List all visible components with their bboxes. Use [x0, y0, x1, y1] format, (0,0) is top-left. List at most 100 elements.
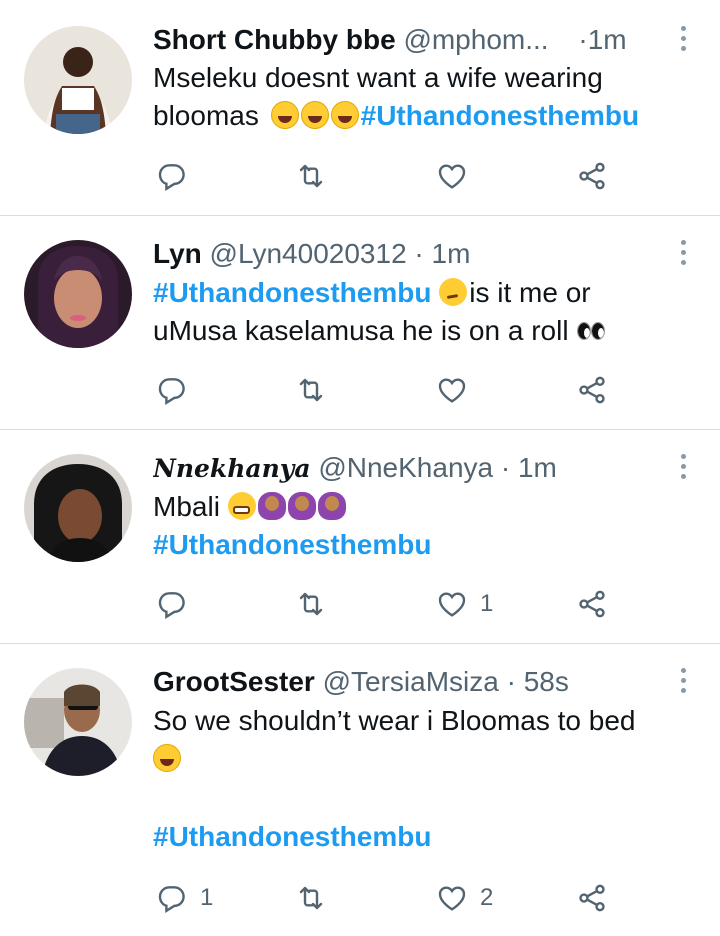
- retweet-icon: [295, 374, 327, 406]
- share-button[interactable]: [576, 878, 608, 918]
- tweet-text-line: #Uthandonesthembu: [153, 526, 700, 564]
- avatar[interactable]: [24, 454, 132, 562]
- tweet-text-word: is it me or: [469, 277, 591, 308]
- like-button[interactable]: [436, 156, 480, 196]
- display-name[interactable]: Nnekhanya: [153, 454, 311, 483]
- share-icon: [576, 374, 608, 406]
- tweet-actions: [150, 370, 630, 410]
- avatar[interactable]: [24, 240, 132, 348]
- like-icon: [436, 374, 468, 406]
- timestamp[interactable]: 58s: [524, 666, 569, 697]
- rofl-emoji-icon: [153, 744, 181, 772]
- retweet-icon: [295, 588, 327, 620]
- retweet-icon: [295, 160, 327, 192]
- reply-icon: [156, 882, 188, 914]
- separator-dot: ·: [414, 238, 424, 269]
- separator-dot: ·: [506, 666, 516, 697]
- grimacing-face-emoji-icon: [227, 492, 256, 520]
- confused-face-emoji-icon: [439, 278, 468, 306]
- retweet-button[interactable]: [295, 370, 327, 410]
- tweet-text: Mseleku doesnt want a wife wearing bloom…: [153, 59, 700, 135]
- display-name[interactable]: GrootSester: [153, 666, 315, 697]
- tweet-text: So we shouldn’t wear i Bloomas to bed #U…: [153, 702, 700, 856]
- reply-button[interactable]: [156, 156, 200, 196]
- tweet-text-line: #Uthandonesthembu: [153, 818, 700, 856]
- tweet-actions: [150, 156, 630, 196]
- avatar[interactable]: [24, 668, 132, 776]
- hashtag-link[interactable]: #Uthandonesthembu: [361, 100, 639, 131]
- share-button[interactable]: [576, 370, 608, 410]
- tweet-text-line: #Uthandonesthembu is it me or: [153, 274, 700, 312]
- retweet-button[interactable]: [295, 156, 327, 196]
- tweet[interactable]: Lyn @Lyn40020312 · 1m #Uthandonesthembu …: [0, 216, 720, 430]
- reply-button[interactable]: 1: [156, 878, 213, 918]
- reply-icon: [156, 374, 188, 406]
- share-icon: [576, 160, 608, 192]
- tweet-text-line: Mbali: [153, 488, 700, 526]
- user-handle[interactable]: @TersiaMsiza: [323, 666, 499, 697]
- reply-icon: [156, 160, 188, 192]
- like-button[interactable]: 1: [436, 584, 493, 624]
- tweet-text-line: [153, 740, 700, 778]
- tweet-header: Nnekhanya @NneKhanya · 1m: [153, 450, 650, 487]
- rofl-emoji-icon: [300, 101, 329, 129]
- tweet-text-word: bloomas: [153, 100, 259, 131]
- tweet-text-word: Mbali: [153, 491, 220, 522]
- tweet-text: #Uthandonesthembu is it me or uMusa kase…: [153, 274, 700, 350]
- more-icon[interactable]: [678, 240, 688, 270]
- tweet[interactable]: Nnekhanya @NneKhanya · 1m Mbali #Uthando…: [0, 430, 720, 644]
- tweet-text-word: uMusa kaselamusa he is on a roll: [153, 315, 569, 346]
- person-gesturing-no-emoji-icon: [317, 492, 346, 520]
- tweet-text-line: uMusa kaselamusa he is on a roll: [153, 312, 700, 350]
- more-icon[interactable]: [678, 454, 688, 484]
- display-name[interactable]: Lyn: [153, 238, 202, 269]
- tweet[interactable]: Short Chubby bbe @mphom... ·1m Mseleku d…: [0, 0, 720, 216]
- tweet-header: GrootSester @TersiaMsiza · 58s: [153, 664, 650, 700]
- share-button[interactable]: [576, 156, 608, 196]
- hashtag-link[interactable]: #Uthandonesthembu: [153, 529, 431, 560]
- like-count: 2: [480, 884, 494, 911]
- tweet-header: Short Chubby bbe @mphom... ·1m: [153, 22, 650, 58]
- user-handle[interactable]: @Lyn40020312: [210, 238, 407, 269]
- reply-button[interactable]: [156, 584, 200, 624]
- timestamp[interactable]: 1m: [432, 238, 471, 269]
- laugh-sweat-emoji-icon: [270, 101, 299, 129]
- like-button[interactable]: [436, 370, 480, 410]
- tweet-actions: 1 2: [150, 878, 630, 918]
- separator-dot: ·: [500, 452, 511, 483]
- timestamp[interactable]: 1m: [518, 452, 557, 483]
- like-count: 1: [480, 590, 494, 617]
- reply-button[interactable]: [156, 370, 200, 410]
- tweet-text-line: Mseleku doesnt want a wife wearing: [153, 62, 603, 93]
- more-icon[interactable]: [678, 26, 688, 56]
- hashtag-link[interactable]: #Uthandonesthembu: [153, 821, 431, 852]
- share-icon: [576, 588, 608, 620]
- person-gesturing-no-emoji-icon: [287, 492, 316, 520]
- reply-count: 1: [200, 884, 214, 911]
- joy-emoji-icon: [330, 101, 359, 129]
- user-handle[interactable]: @NneKhanya: [318, 452, 493, 483]
- person-gesturing-no-emoji-icon: [257, 492, 286, 520]
- retweet-icon: [295, 882, 327, 914]
- tweet-text-line: bloomas #Uthandonesthembu: [153, 97, 700, 135]
- share-icon: [576, 882, 608, 914]
- tweet-text: Mbali #Uthandonesthembu: [153, 488, 700, 564]
- retweet-button[interactable]: [295, 878, 327, 918]
- tweet-text-line: So we shouldn’t wear i Bloomas to bed: [153, 705, 636, 736]
- reply-icon: [156, 588, 188, 620]
- separator-dot: ·: [578, 24, 588, 55]
- share-button[interactable]: [576, 584, 608, 624]
- retweet-button[interactable]: [295, 584, 327, 624]
- display-name[interactable]: Short Chubby bbe: [153, 24, 396, 55]
- like-icon: [436, 882, 468, 914]
- eyes-emoji-icon: [576, 316, 606, 344]
- like-icon: [436, 588, 468, 620]
- tweet[interactable]: GrootSester @TersiaMsiza · 58s So we sho…: [0, 644, 720, 936]
- more-icon[interactable]: [678, 668, 688, 698]
- like-button[interactable]: 2: [436, 878, 493, 918]
- user-handle[interactable]: @mphom...: [403, 24, 548, 55]
- hashtag-link[interactable]: #Uthandonesthembu: [153, 277, 431, 308]
- avatar[interactable]: [24, 26, 132, 134]
- like-icon: [436, 160, 468, 192]
- timestamp[interactable]: 1m: [588, 24, 627, 55]
